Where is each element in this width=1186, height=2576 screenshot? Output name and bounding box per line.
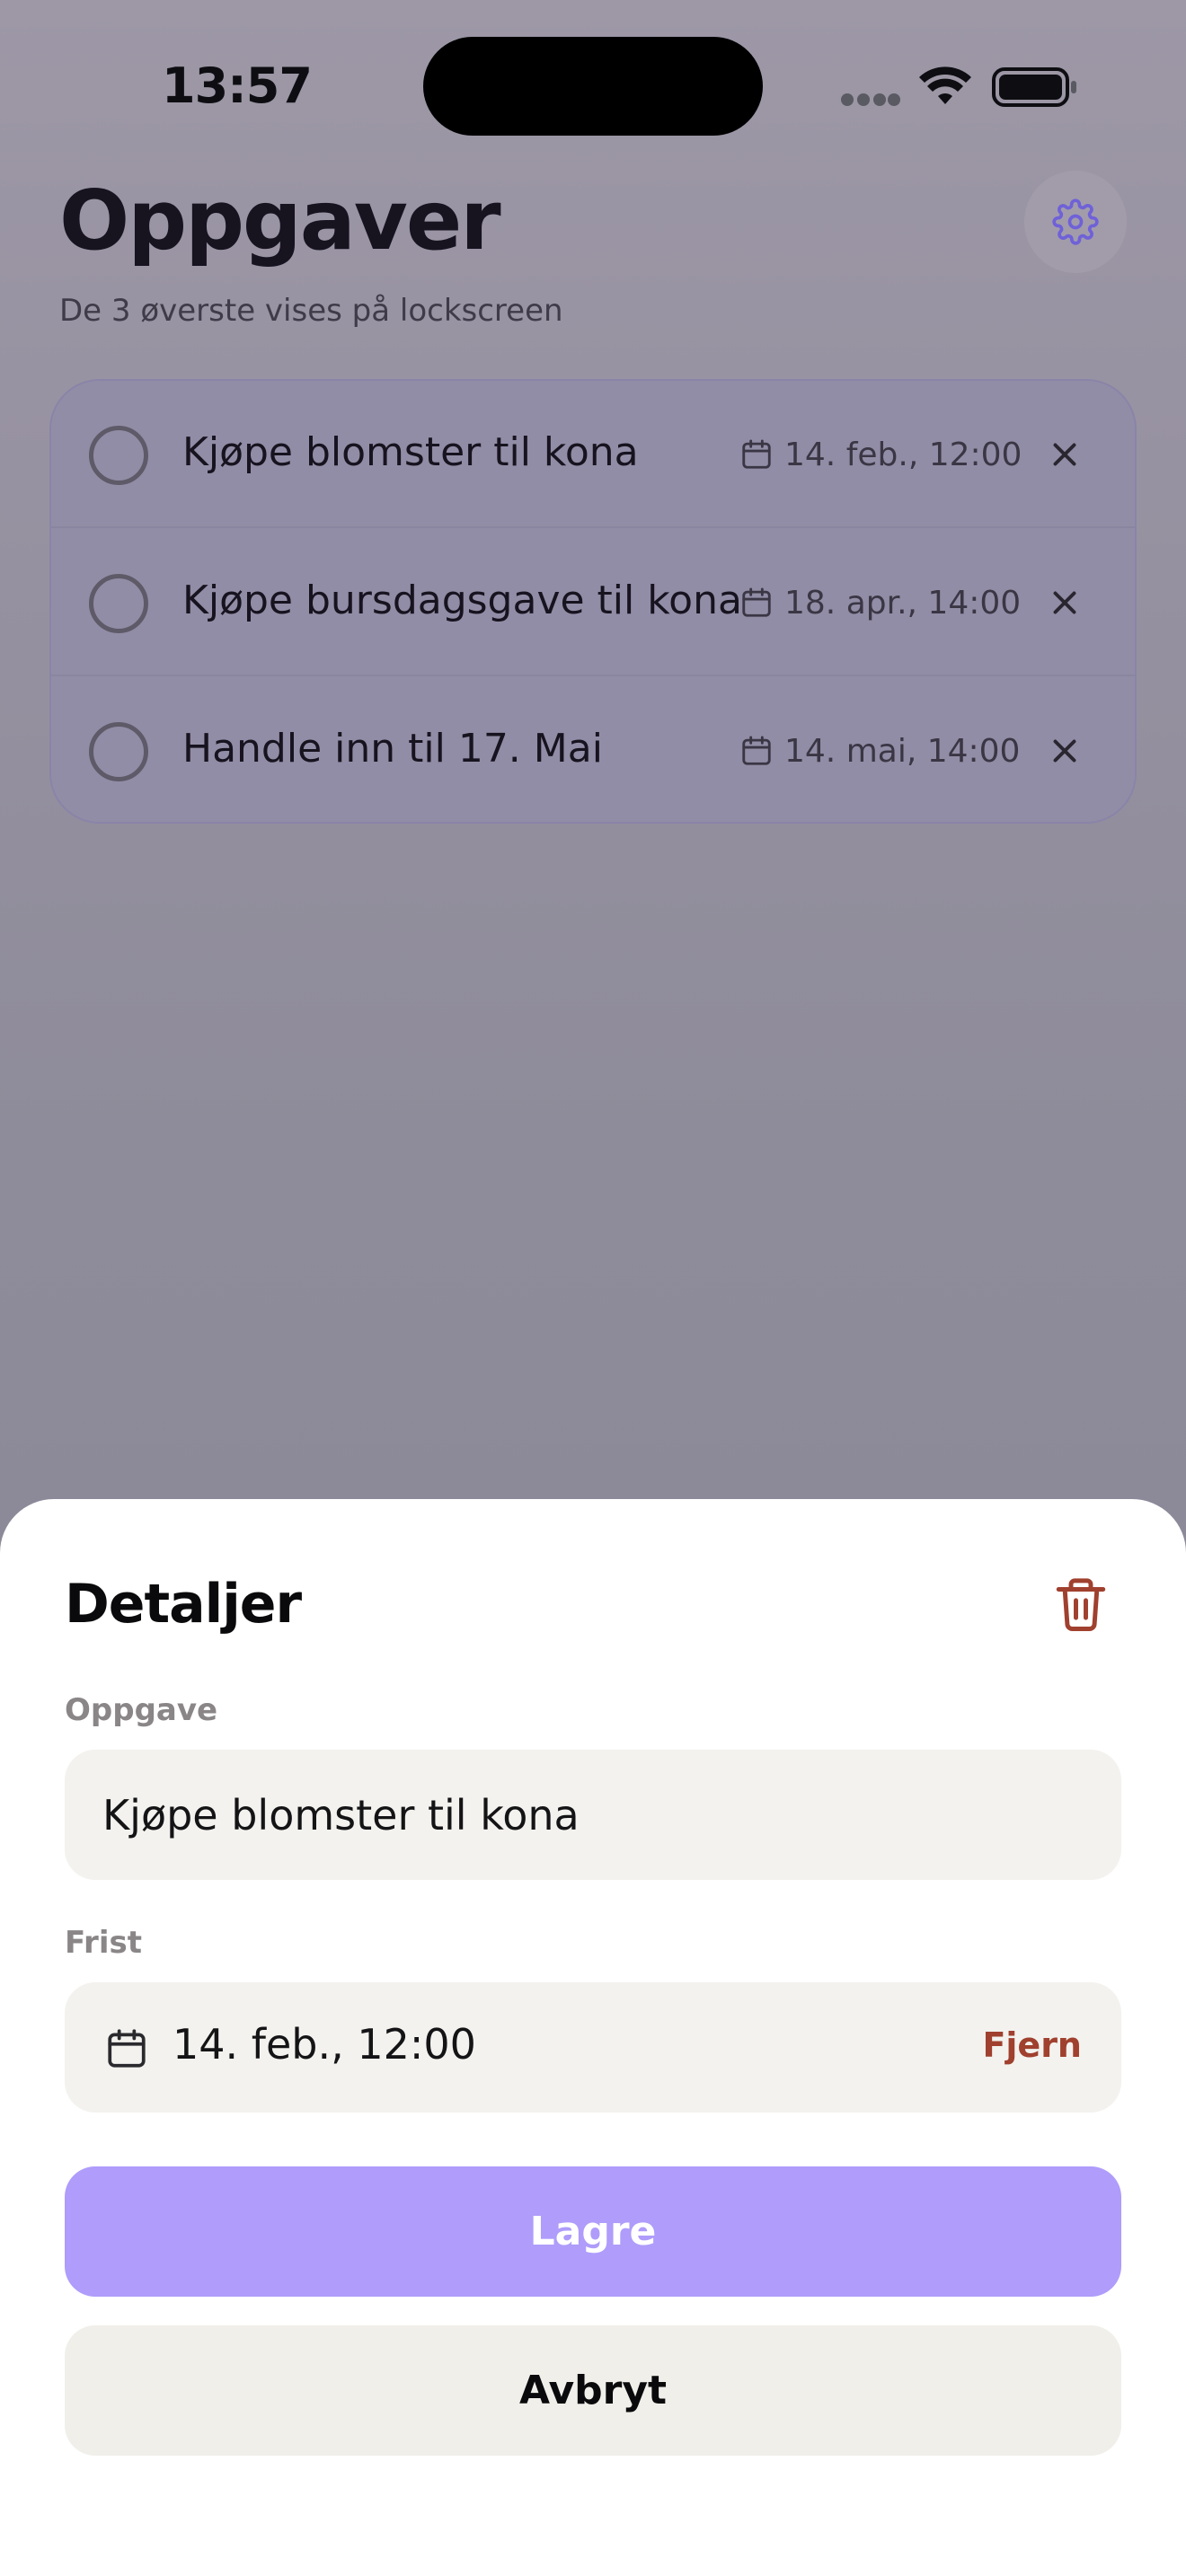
status-time: 13:57 — [162, 57, 313, 114]
task-list: Kjøpe blomster til kona 14. feb., 12:00 … — [49, 379, 1137, 824]
deadline-field[interactable]: 14. feb., 12:00 Fjern — [65, 1982, 1121, 2113]
page-title: Oppgaver — [59, 172, 501, 269]
task-checkbox[interactable] — [89, 722, 148, 781]
task-checkbox[interactable] — [89, 574, 148, 633]
trash-icon[interactable] — [1051, 1575, 1111, 1634]
page-subtitle: De 3 øverste vises på lockscreen — [59, 293, 563, 329]
task-checkbox[interactable] — [89, 426, 148, 485]
calendar-icon — [742, 587, 771, 617]
delete-task-icon[interactable] — [1049, 735, 1081, 767]
task-due-date: 14. feb., 12:00 — [784, 437, 1022, 473]
task-due-date: 14. mai, 14:00 — [784, 733, 1021, 770]
delete-task-icon[interactable] — [1049, 587, 1081, 619]
wifi-icon — [919, 66, 971, 104]
calendar-icon — [742, 736, 771, 765]
deadline-value: 14. feb., 12:00 — [173, 2020, 476, 2069]
cellular-signal-icon — [841, 93, 900, 106]
sheet-title: Detaljer — [65, 1573, 302, 1636]
task-row[interactable]: Handle inn til 17. Mai 14. mai, 14:00 — [51, 677, 1135, 822]
cancel-button[interactable]: Avbryt — [65, 2325, 1121, 2456]
battery-icon — [992, 67, 1076, 107]
task-input[interactable] — [102, 1786, 1082, 1845]
details-sheet: Detaljer Oppgave Frist 14. feb., 12:00 F… — [0, 1499, 1186, 2576]
settings-button[interactable] — [1024, 171, 1127, 273]
remove-deadline-button[interactable]: Fjern — [982, 2025, 1082, 2065]
calendar-icon — [742, 439, 771, 469]
task-row[interactable]: Kjøpe blomster til kona 14. feb., 12:00 — [51, 381, 1135, 528]
task-title: Kjøpe blomster til kona — [182, 429, 639, 475]
delete-task-icon[interactable] — [1049, 438, 1081, 471]
task-field[interactable] — [65, 1750, 1121, 1880]
task-due-date: 18. apr., 14:00 — [784, 585, 1022, 622]
save-button[interactable]: Lagre — [65, 2166, 1121, 2297]
gear-icon — [1052, 198, 1099, 245]
task-field-label: Oppgave — [65, 1692, 218, 1728]
status-bar: 13:57 — [0, 0, 1186, 171]
deadline-field-label: Frist — [65, 1925, 142, 1961]
task-title: Handle inn til 17. Mai — [182, 726, 603, 772]
dynamic-island — [423, 37, 763, 136]
task-title: Kjøpe bursdagsgave til kona — [182, 578, 742, 623]
task-row[interactable]: Kjøpe bursdagsgave til kona 18. apr., 14… — [51, 529, 1135, 676]
calendar-icon — [108, 2029, 146, 2068]
